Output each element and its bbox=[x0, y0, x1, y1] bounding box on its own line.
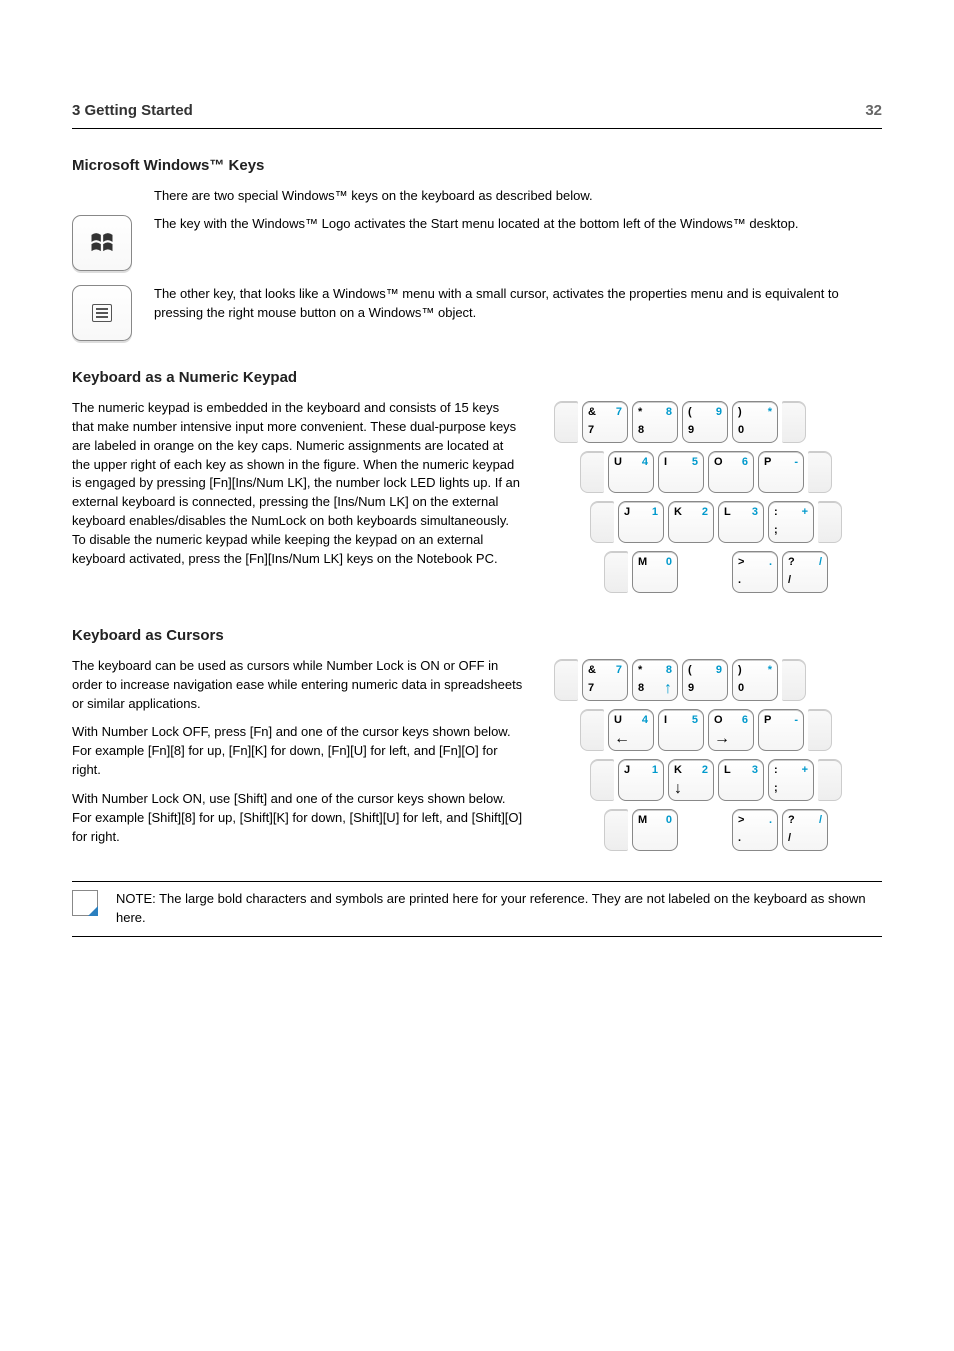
arrow-left-icon: ← bbox=[614, 731, 630, 747]
keycap: :+; bbox=[768, 501, 814, 543]
arrow-down-icon: ↓ bbox=[674, 781, 682, 797]
page-header: 3 Getting Started 32 bbox=[72, 100, 882, 122]
arrow-right-icon: → bbox=[714, 731, 730, 747]
keycap: :+; bbox=[768, 759, 814, 801]
keycap-edge bbox=[590, 759, 614, 801]
cursors-desc: The keyboard can be used as cursors whil… bbox=[72, 657, 524, 847]
numpad-diagram-a: &77 *88 (99 )*0 U4 I5 O6 P- J1 K2 L3 :+; bbox=[552, 399, 882, 599]
keycap-edge bbox=[818, 501, 842, 543]
header-section-label: 3 Getting Started bbox=[72, 100, 193, 122]
keycap: I5 bbox=[658, 709, 704, 751]
mswinkeys-intro: There are two special Windows™ keys on t… bbox=[154, 187, 882, 206]
keycap-cursor-right: O6→ bbox=[708, 709, 754, 751]
section-title-mswinkeys: Microsoft Windows™ Keys bbox=[72, 155, 882, 177]
keycap: (99 bbox=[682, 401, 728, 443]
section-title-numpad: Keyboard as a Numeric Keypad bbox=[72, 367, 882, 389]
keycap: P- bbox=[758, 451, 804, 493]
keycap: M0 bbox=[632, 809, 678, 851]
numpad-desc: The numeric keypad is embedded in the ke… bbox=[72, 399, 524, 569]
keycap: L3 bbox=[718, 501, 764, 543]
keycap: &77 bbox=[582, 401, 628, 443]
keycap: J1 bbox=[618, 759, 664, 801]
keycap: (99 bbox=[682, 659, 728, 701]
note-text: NOTE: The large bold characters and symb… bbox=[116, 890, 882, 928]
cursors-section: The keyboard can be used as cursors whil… bbox=[72, 657, 882, 857]
keycap-edge bbox=[818, 759, 842, 801]
keycap-cursor-down: K2↓ bbox=[668, 759, 714, 801]
keycap: O6 bbox=[708, 451, 754, 493]
arrow-up-icon: ↑ bbox=[664, 681, 672, 697]
keycap-edge bbox=[808, 451, 832, 493]
keycap: >.. bbox=[732, 551, 778, 593]
keycap: &77 bbox=[582, 659, 628, 701]
cursors-intro: The keyboard can be used as cursors whil… bbox=[72, 657, 524, 714]
cursors-numlock-on: With Number Lock ON, use [Shift] and one… bbox=[72, 791, 522, 844]
keycap: ?// bbox=[782, 809, 828, 851]
winkey-row: The key with the Windows™ Logo activates… bbox=[72, 215, 882, 271]
keycap: J1 bbox=[618, 501, 664, 543]
keycap: >.. bbox=[732, 809, 778, 851]
contextkey-desc: The other key, that looks like a Windows… bbox=[154, 285, 882, 323]
keycap: L3 bbox=[718, 759, 764, 801]
keycap-edge bbox=[782, 401, 806, 443]
header-rule bbox=[72, 128, 882, 129]
keycap: ?// bbox=[782, 551, 828, 593]
context-menu-key-icon bbox=[72, 285, 132, 341]
cursors-numlock-off: With Number Lock OFF, press [Fn] and one… bbox=[72, 724, 511, 777]
keycap: U4 bbox=[608, 451, 654, 493]
keycap-edge bbox=[580, 451, 604, 493]
winkey-desc: The key with the Windows™ Logo activates… bbox=[154, 215, 882, 234]
numpad-section: The numeric keypad is embedded in the ke… bbox=[72, 399, 882, 599]
keycap: I5 bbox=[658, 451, 704, 493]
keycap: )*0 bbox=[732, 659, 778, 701]
keycap: )*0 bbox=[732, 401, 778, 443]
keycap-edge bbox=[554, 401, 578, 443]
keycap-edge bbox=[554, 659, 578, 701]
keycap-edge bbox=[604, 551, 628, 593]
note-box: NOTE: The large bold characters and symb… bbox=[72, 881, 882, 937]
keycap: M0 bbox=[632, 551, 678, 593]
keycap-edge bbox=[580, 709, 604, 751]
keycap-edge bbox=[604, 809, 628, 851]
section-title-cursors: Keyboard as Cursors bbox=[72, 625, 882, 647]
keycap-edge bbox=[590, 501, 614, 543]
keycap-edge bbox=[782, 659, 806, 701]
keycap: K2 bbox=[668, 501, 714, 543]
keycap-cursor-up: *88↑ bbox=[632, 659, 678, 701]
note-icon bbox=[72, 890, 98, 916]
keycap: *88 bbox=[632, 401, 678, 443]
contextkey-row: The other key, that looks like a Windows… bbox=[72, 285, 882, 341]
windows-key-icon bbox=[72, 215, 132, 271]
keycap: P- bbox=[758, 709, 804, 751]
header-page-number: 32 bbox=[865, 100, 882, 122]
keycap-edge bbox=[808, 709, 832, 751]
keycap-cursor-left: U4← bbox=[608, 709, 654, 751]
numpad-diagram-b: &77 *88↑ (99 )*0 U4← I5 O6→ P- J1 K2↓ L3… bbox=[552, 657, 882, 857]
